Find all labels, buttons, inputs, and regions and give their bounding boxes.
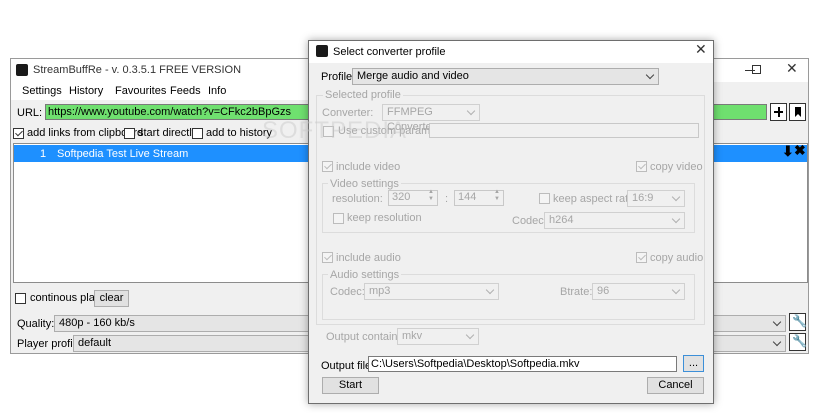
chevron-down-icon <box>671 214 681 224</box>
include-audio-label: include audio <box>336 252 401 264</box>
menu-favourites-item[interactable]: Favourites <box>115 85 166 98</box>
aspect-value: 16:9 <box>632 192 654 204</box>
profile-select[interactable]: Merge audio and video <box>352 68 659 85</box>
audio-settings-label: Audio settings <box>328 269 402 281</box>
softpedia-watermark: SOFTPEDIA <box>262 117 408 144</box>
profile-label: Profile: <box>321 71 356 83</box>
dialog-close-icon[interactable]: ✕ <box>695 42 707 56</box>
start-directly-checkbox[interactable] <box>124 128 135 139</box>
download-icon[interactable]: ⬇ <box>782 144 794 158</box>
player-settings-button[interactable]: 🔧 <box>789 333 807 351</box>
app-icon <box>16 64 28 76</box>
audio-codec-value: mp3 <box>369 285 391 297</box>
video-codec-select[interactable]: h264 <box>544 212 685 229</box>
selected-profile-label: Selected profile <box>323 89 403 101</box>
player-profile-select[interactable]: default <box>73 335 312 352</box>
output-file-label: Output file: <box>321 360 375 372</box>
menu-history-item[interactable]: History <box>69 85 103 98</box>
keep-resolution-label: keep resolution <box>347 212 422 224</box>
include-audio-checkbox[interactable] <box>322 252 333 263</box>
start-directly-label: start directly <box>138 127 198 139</box>
video-settings-label: Video settings <box>328 178 401 190</box>
output-file-value: C:\Users\Softpedia\Desktop\Softpedia.mkv <box>371 358 580 370</box>
list-item-title: Softpedia Test Live Stream <box>57 148 189 160</box>
res-separator: : <box>445 193 449 205</box>
url-input-right[interactable] <box>712 104 767 120</box>
player-profile-value: default <box>78 337 112 349</box>
quality-select-right[interactable] <box>712 315 786 332</box>
chevron-down-icon <box>671 285 681 295</box>
copy-video-label: copy video <box>650 161 703 173</box>
chevron-down-icon <box>485 285 495 295</box>
res-width-value: 320 <box>392 191 411 203</box>
dialog-app-icon <box>316 45 328 57</box>
add-url-button[interactable] <box>770 103 787 121</box>
quality-settings-button[interactable]: 🔧 <box>789 313 807 331</box>
audio-codec-label: Codec: <box>330 286 365 298</box>
chevron-down-icon <box>772 337 782 347</box>
quality-value: 480p - 160 kb/s <box>59 317 135 329</box>
quality-select[interactable]: 480p - 160 kb/s <box>54 315 312 332</box>
add-history-checkbox[interactable] <box>192 128 203 139</box>
include-video-checkbox[interactable] <box>322 161 333 172</box>
aspect-select[interactable]: 16:9 <box>627 190 685 207</box>
chevron-down-icon <box>466 106 476 116</box>
cancel-button[interactable]: Cancel <box>647 377 704 394</box>
keep-aspect-label: keep aspect ratio <box>553 193 637 205</box>
keep-resolution-checkbox[interactable] <box>333 213 344 224</box>
keep-aspect-checkbox[interactable] <box>539 193 550 204</box>
audio-codec-select[interactable]: mp3 <box>364 283 499 300</box>
video-codec-value: h264 <box>549 214 574 226</box>
continous-play-label: continous play <box>30 292 101 304</box>
plus-icon-vertical <box>778 107 780 117</box>
bitrate-label: Btrate: <box>560 286 593 298</box>
chevron-down-icon <box>772 317 782 327</box>
output-container-value: mkv <box>402 330 423 342</box>
res-height-spinner-icon[interactable]: ▲ ▼ <box>494 189 500 203</box>
custom-param-input[interactable] <box>429 123 699 138</box>
wrench-icon: 🔧 <box>792 334 807 348</box>
video-codec-label: Codec: <box>512 215 547 227</box>
bookmark-icon <box>795 107 801 117</box>
bitrate-select[interactable]: 96 <box>592 283 685 300</box>
dialog-title: Select converter profile <box>333 46 446 58</box>
browse-button[interactable]: ... <box>683 355 704 372</box>
url-label: URL: <box>17 107 43 119</box>
profile-value: Merge audio and video <box>357 70 469 82</box>
main-window-title: StreamBuffRe - v. 0.3.5.1 FREE VERSION <box>33 64 242 76</box>
res-width-spinner-icon[interactable]: ▲ ▼ <box>428 189 434 203</box>
add-links-checkbox[interactable] <box>13 128 24 139</box>
menu-info-item[interactable]: Info <box>208 85 226 98</box>
bitrate-value: 96 <box>597 285 610 297</box>
include-video-label: include video <box>336 161 401 173</box>
resolution-label: resolution: <box>332 193 383 205</box>
remove-icon[interactable]: ✖ <box>794 143 806 157</box>
res-height-value: 144 <box>458 191 477 203</box>
maximize-icon[interactable] <box>752 65 761 74</box>
quality-label: Quality: <box>17 318 55 330</box>
copy-audio-checkbox[interactable] <box>636 252 647 263</box>
clear-button[interactable]: clear <box>94 290 129 307</box>
wrench-icon: 🔧 <box>792 314 807 328</box>
chevron-down-icon <box>645 70 655 80</box>
output-container-select[interactable]: mkv <box>397 328 479 345</box>
copy-audio-label: copy audio <box>650 252 704 264</box>
chevron-down-icon <box>671 192 681 202</box>
list-item-number: 1 <box>40 148 47 160</box>
continous-play-checkbox[interactable] <box>15 293 26 304</box>
chevron-down-icon <box>465 330 475 340</box>
start-button[interactable]: Start <box>322 377 379 394</box>
copy-video-checkbox[interactable] <box>636 161 647 172</box>
url-value: https://www.youtube.com/watch?v=CFkc2bBp… <box>48 106 292 118</box>
menu-feeds-item[interactable]: Feeds <box>170 85 201 98</box>
bookmark-button[interactable] <box>789 103 806 121</box>
close-icon[interactable]: ✕ <box>786 61 798 75</box>
menu-settings-item[interactable]: Settings <box>22 85 62 98</box>
player-profile-select-right[interactable] <box>712 335 786 352</box>
